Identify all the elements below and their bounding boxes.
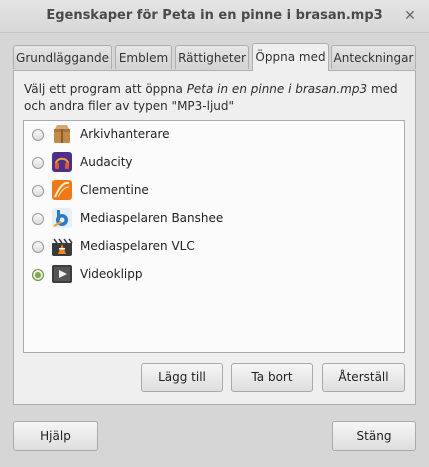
help-button[interactable]: Hjälp — [13, 421, 98, 451]
radio-button-selected[interactable] — [32, 269, 44, 281]
audacity-icon — [51, 151, 73, 173]
radio-button[interactable] — [32, 241, 44, 253]
app-name: Mediaspelaren Banshee — [80, 211, 224, 225]
archive-manager-icon — [51, 123, 73, 145]
list-item[interactable]: Audacity — [24, 150, 404, 178]
app-name: Mediaspelaren VLC — [80, 239, 195, 253]
window-title: Egenskaper för Peta in en pinne i brasan… — [46, 8, 383, 23]
tab-open-with[interactable]: Öppna med — [252, 43, 329, 71]
list-item[interactable]: Mediaspelaren VLC — [24, 234, 404, 262]
vlc-icon — [51, 235, 73, 257]
radio-button[interactable] — [32, 185, 44, 197]
list-item[interactable]: Mediaspelaren Banshee — [24, 206, 404, 234]
open-with-panel: Välj ett program att öppna Peta in en pi… — [13, 70, 416, 405]
list-item[interactable]: Videoklipp — [24, 262, 404, 290]
app-name: Audacity — [80, 155, 133, 169]
add-button[interactable]: Lägg till — [141, 363, 223, 392]
radio-button[interactable] — [32, 213, 44, 225]
file-name: Peta in en pinne i brasan.mp3 — [186, 82, 368, 96]
list-item[interactable]: Arkivhanterare — [24, 122, 404, 150]
application-list[interactable]: Arkivhanterare Audacity Clementine Media… — [23, 120, 405, 353]
close-icon[interactable]: ✕ — [399, 5, 421, 27]
properties-dialog: Egenskaper för Peta in en pinne i brasan… — [0, 0, 429, 467]
radio-button[interactable] — [32, 129, 44, 141]
banshee-icon — [51, 207, 73, 229]
radio-button[interactable] — [32, 157, 44, 169]
app-name: Arkivhanterare — [80, 127, 170, 141]
clementine-icon — [51, 179, 73, 201]
remove-button[interactable]: Ta bort — [231, 363, 313, 392]
title-bar[interactable]: Egenskaper för Peta in en pinne i brasan… — [0, 0, 429, 33]
list-item[interactable]: Clementine — [24, 178, 404, 206]
tab-basic[interactable]: Grundläggande — [13, 45, 112, 69]
close-button[interactable]: Stäng — [332, 421, 416, 451]
tab-notes[interactable]: Anteckningar — [331, 45, 416, 69]
app-name: Videoklipp — [80, 267, 143, 281]
reset-button[interactable]: Återställ — [322, 363, 405, 392]
open-with-description: Välj ett program att öppna Peta in en pi… — [24, 82, 398, 113]
tab-permissions[interactable]: Rättigheter — [175, 45, 249, 69]
tab-emblems[interactable]: Emblem — [115, 45, 172, 69]
videos-icon — [51, 263, 73, 285]
tab-bar: Grundläggande Emblem Rättigheter Öppna m… — [13, 43, 416, 71]
app-name: Clementine — [80, 183, 149, 197]
